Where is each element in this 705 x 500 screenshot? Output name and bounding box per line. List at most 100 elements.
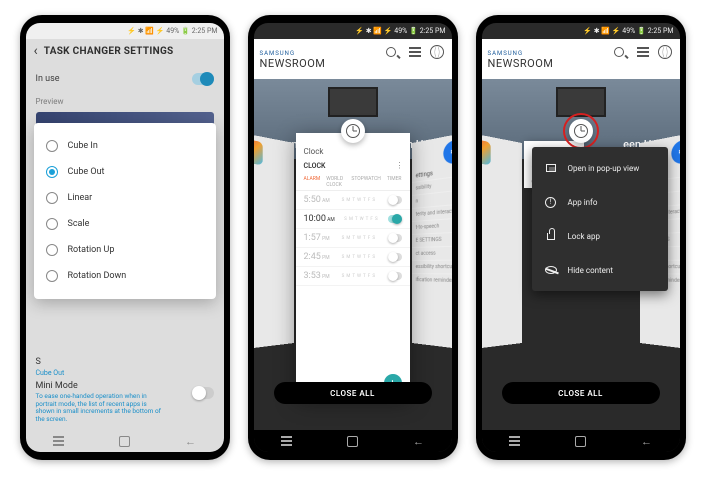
transition-picker-modal: Cube In Cube Out Linear Scale Rotation Up Rot… (34, 123, 216, 299)
alarm-days: S M T W T F S (330, 198, 388, 203)
photos-app-icon[interactable] (482, 138, 491, 165)
radio-label: Rotation Down (68, 271, 127, 281)
radio-icon[interactable] (46, 218, 58, 230)
radio-option-cube-in[interactable]: Cube In (46, 133, 204, 159)
globe-icon[interactable] (430, 45, 444, 59)
radio-option-rotation-up[interactable]: Rotation Up (46, 237, 204, 263)
nav-recent-icon[interactable] (508, 435, 521, 448)
alarm-row[interactable]: 10:00 AMS M T W T F S (296, 210, 410, 229)
alarm-time: 1:57 PM (304, 233, 330, 243)
radio-label: Cube In (68, 141, 98, 151)
task-card-right[interactable]: ⚙ ettingsssibilitynterity and interactit… (412, 134, 452, 349)
nav-bar (254, 430, 452, 452)
status-bar: ⚡ ✱ 📶 ⚡ 49% 🔋 2:25 PM (26, 23, 224, 39)
radio-icon[interactable] (46, 192, 58, 204)
clock-app-icon[interactable] (569, 119, 593, 143)
status-time: 2:25 PM (192, 27, 218, 35)
radio-label: Cube Out (68, 167, 105, 177)
radio-icon[interactable] (46, 140, 58, 152)
alarm-toggle[interactable] (388, 215, 402, 223)
task-card-left[interactable] (254, 134, 294, 349)
status-time: 2:25 PM (420, 27, 446, 35)
globe-icon[interactable] (658, 45, 672, 59)
ctx-item-hide-content[interactable]: Hide content (532, 253, 668, 287)
popup-icon (546, 164, 556, 172)
clock-tab-stopwatch[interactable]: STOPWATCH (351, 176, 381, 188)
radio-icon[interactable] (46, 270, 58, 282)
tv-image (328, 87, 378, 117)
info-icon (545, 197, 556, 208)
mini-mode-toggle[interactable] (192, 387, 214, 399)
more-icon[interactable]: ⋮ (396, 161, 404, 170)
current-value: Cube Out (36, 369, 214, 377)
status-indicators: ⚡ ✱ 📶 ⚡ 49% 🔋 (127, 27, 189, 35)
nav-back-icon[interactable] (412, 435, 425, 448)
nav-recent-icon[interactable] (280, 435, 293, 448)
radio-option-linear[interactable]: Linear (46, 185, 204, 211)
alarm-days: S M T W T F S (330, 274, 388, 279)
nav-back-icon[interactable] (184, 435, 197, 448)
radio-label: Scale (68, 219, 90, 229)
task-card-left[interactable] (482, 134, 522, 349)
alarm-row[interactable]: 2:45 PMS M T W T F S (296, 248, 410, 267)
clock-tab-alarm[interactable]: ALARM (304, 176, 321, 188)
phone-2: ⚡ ✱ 📶 ⚡ 49% 🔋 2:25 PM SAMSUNG NEWSROOM S… (248, 15, 458, 460)
sidecard-line: ct access (412, 246, 452, 260)
sidecard-line: essibility shortcut (412, 260, 452, 274)
clock-app-icon[interactable] (341, 119, 365, 143)
close-all-button[interactable]: CLOSE ALL (502, 382, 660, 404)
ctx-item-open-in-pop-up-view[interactable]: Open in pop-up view (532, 151, 668, 185)
nav-home-icon[interactable] (346, 435, 359, 448)
alarm-toggle[interactable] (388, 196, 402, 204)
hide-icon (545, 266, 557, 274)
alarm-time: 3:53 PM (304, 271, 330, 281)
status-time: 2:25 PM (648, 27, 674, 35)
radio-label: Rotation Up (68, 245, 115, 255)
ctx-icon-wrap (544, 263, 558, 277)
photos-app-icon[interactable] (254, 138, 263, 165)
status-bar: ⚡ ✱ 📶 ⚡ 49% 🔋 2:25 PM (254, 23, 452, 39)
menu-icon[interactable] (636, 45, 650, 59)
task-card-center[interactable]: Clock CLOCK ⋮ ALARMWORLD CLOCKSTOPWATCHT… (296, 133, 410, 398)
ctx-icon-wrap (544, 161, 558, 175)
clock-tab-world-clock[interactable]: WORLD CLOCK (326, 176, 345, 188)
alarm-toggle[interactable] (388, 272, 402, 280)
nav-bar (26, 430, 224, 452)
radio-option-rotation-down[interactable]: Rotation Down (46, 263, 204, 289)
alarm-row[interactable]: 3:53 PMS M T W T F S (296, 267, 410, 286)
alarm-toggle[interactable] (388, 234, 402, 242)
clock-tab-timer[interactable]: TIMER (387, 176, 402, 188)
mini-mode-sub: To ease one-handed operation when in por… (36, 393, 192, 424)
alarm-days: S M T W T F S (335, 217, 388, 222)
screen-3: ⚡ ✱ 📶 ⚡ 49% 🔋 2:25 PM SAMSUNG NEWSROOM e… (482, 23, 680, 452)
nav-home-icon[interactable] (574, 435, 587, 448)
phone-3: ⚡ ✱ 📶 ⚡ 49% 🔋 2:25 PM SAMSUNG NEWSROOM e… (476, 15, 686, 460)
bottom-settings: S Cube Out Mini Mode To ease one-handed … (26, 353, 224, 428)
ctx-item-lock-app[interactable]: Lock app (532, 219, 668, 253)
nav-back-icon[interactable] (640, 435, 653, 448)
radio-option-cube-out[interactable]: Cube Out (46, 159, 204, 185)
screen-2: ⚡ ✱ 📶 ⚡ 49% 🔋 2:25 PM SAMSUNG NEWSROOM S… (254, 23, 452, 452)
task-switcher[interactable]: ⚙ ettingsssibilitynterity and interactit… (482, 123, 680, 408)
alarm-row[interactable]: 1:57 PMS M T W T F S (296, 229, 410, 248)
mini-mode-title[interactable]: Mini Mode (36, 381, 192, 391)
browser-header: SAMSUNG NEWSROOM (482, 39, 680, 79)
menu-icon[interactable] (408, 45, 422, 59)
ctx-item-app-info[interactable]: App info (532, 185, 668, 219)
alarm-toggle[interactable] (388, 253, 402, 261)
task-switcher[interactable]: ⚙ ettingsssibilitynterity and interactit… (254, 123, 452, 408)
nav-home-icon[interactable] (118, 435, 131, 448)
search-icon[interactable] (614, 45, 628, 59)
nav-recent-icon[interactable] (52, 435, 65, 448)
ctx-label: Open in pop-up view (568, 164, 640, 173)
close-all-button[interactable]: CLOSE ALL (274, 382, 432, 404)
alarm-row[interactable]: 5:50 AMS M T W T F S (296, 191, 410, 210)
alarm-days: S M T W T F S (330, 255, 388, 260)
phone-1: ⚡ ✱ 📶 ⚡ 49% 🔋 2:25 PM ‹ TASK CHANGER SET… (20, 15, 230, 460)
radio-option-scale[interactable]: Scale (46, 211, 204, 237)
radio-icon[interactable] (46, 166, 58, 178)
tv-image (556, 87, 606, 117)
status-indicators: ⚡ ✱ 📶 ⚡ 49% 🔋 (355, 27, 417, 35)
radio-icon[interactable] (46, 244, 58, 256)
search-icon[interactable] (386, 45, 400, 59)
